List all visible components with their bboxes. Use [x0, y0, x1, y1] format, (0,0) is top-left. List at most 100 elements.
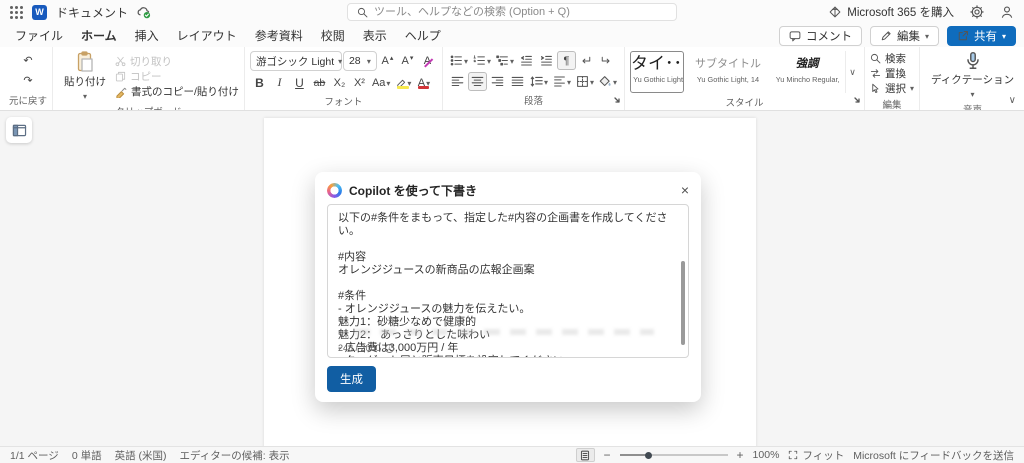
document-title[interactable]: ドキュメント [56, 4, 128, 21]
account-person-icon[interactable] [1000, 5, 1014, 19]
tab-layout[interactable]: レイアウト [168, 24, 246, 47]
line-spacing-button[interactable] [528, 72, 550, 91]
chevron-down-icon [83, 90, 87, 102]
align-right-button[interactable] [488, 72, 507, 91]
app-launcher-button[interactable] [10, 5, 23, 19]
align-center-button[interactable] [467, 72, 487, 91]
tab-review[interactable]: 校閲 [312, 24, 354, 47]
word-logo-icon[interactable]: W [32, 4, 47, 20]
line-break-button[interactable] [577, 51, 596, 70]
styles-gallery-chevron[interactable]: ∨ [845, 51, 859, 93]
language-status[interactable]: 英語 (米国) [115, 448, 167, 463]
italic-button[interactable]: I [270, 73, 289, 92]
tab-insert[interactable]: 挿入 [126, 24, 168, 47]
align-left-button[interactable] [448, 72, 467, 91]
justify-button[interactable] [508, 72, 527, 91]
page-count[interactable]: 1/1 ページ [10, 448, 59, 463]
style-emphasis[interactable]: 強調 Yu Mincho Regular, 11 [772, 51, 842, 93]
textarea-scrollbar[interactable] [681, 261, 685, 345]
paragraph-dialog-launcher[interactable] [613, 93, 621, 107]
search-box[interactable] [347, 3, 677, 21]
font-size-select[interactable]: 28 [342, 51, 377, 71]
font-family-value: 游ゴシック Light [255, 55, 335, 68]
formatting-marks-toggle[interactable]: ¶ [556, 51, 576, 70]
chevron-down-icon [338, 55, 342, 67]
tab-home[interactable]: ホーム [72, 24, 126, 49]
font-family-select[interactable]: 游ゴシック Light [249, 51, 342, 71]
chevron-down-icon [925, 30, 929, 42]
header-right: Microsoft 365 を購入 [677, 4, 1014, 20]
redo-button[interactable]: ↷ [19, 71, 38, 90]
pilcrow-icon: ¶ [563, 54, 570, 67]
superscript-button[interactable]: X² [350, 73, 369, 92]
buy-label: Microsoft 365 を購入 [847, 7, 954, 19]
generate-button[interactable]: 生成 [327, 366, 376, 392]
increase-indent-icon [540, 55, 552, 66]
chevron-down-icon [1002, 30, 1006, 42]
find-icon [870, 53, 881, 63]
shading-button[interactable] [597, 72, 619, 91]
feedback-link[interactable]: Microsoft にフィードバックを送信 [853, 448, 1014, 463]
settings-gear-icon[interactable] [970, 5, 984, 19]
borders-button[interactable] [574, 72, 596, 91]
style-title[interactable]: タイ･･･ Yu Gothic Light, 28 [630, 51, 684, 93]
tab-help[interactable]: ヘルプ [396, 24, 450, 47]
font-color-button[interactable]: A [414, 73, 433, 92]
grow-font-button[interactable]: A [378, 52, 397, 71]
fit-to-page-button[interactable]: フィット [788, 448, 844, 463]
comments-button[interactable]: コメント [778, 25, 862, 46]
paragraph-spacing-button[interactable] [551, 72, 573, 91]
paste-button[interactable]: 貼り付け [58, 51, 112, 102]
decrease-indent-button[interactable] [517, 51, 536, 70]
subscript-button[interactable]: X₂ [330, 73, 349, 92]
fit-label: フィット [802, 449, 845, 462]
close-icon[interactable]: × [681, 183, 689, 197]
collapse-ribbon-button[interactable]: ∨ [1009, 95, 1016, 106]
bold-button[interactable]: B [250, 73, 269, 92]
change-case-button[interactable]: Aa [370, 73, 392, 92]
find-button[interactable]: 検索 [870, 51, 914, 65]
wrap-text-button[interactable] [597, 51, 616, 70]
numbered-list-button[interactable] [471, 51, 493, 70]
styles-dialog-launcher[interactable] [853, 93, 861, 107]
prompt-textarea[interactable]: 以下の#条件をまもって、指定した#内容の企画書を作成してください。 #内容 オレ… [327, 204, 689, 358]
editing-mode-button[interactable]: 編集 [869, 25, 939, 46]
zoom-level[interactable]: 100% [753, 449, 780, 461]
page-view-button[interactable] [575, 448, 595, 462]
shrink-font-button[interactable]: A [398, 52, 417, 71]
tab-view[interactable]: 表示 [354, 24, 396, 47]
chevron-down-icon [590, 76, 594, 88]
paint-bucket-icon [599, 76, 611, 87]
status-bar: 1/1 ページ 0 単語 英語 (米国) エディターの候補: 表示 − + 10… [0, 446, 1024, 463]
multilevel-list-button[interactable] [494, 51, 516, 70]
bullet-list-button[interactable] [448, 51, 470, 70]
text-highlight-button[interactable] [393, 73, 413, 92]
format-painter-button[interactable]: 書式のコピー/貼り付け [115, 85, 239, 99]
navigation-pane-toggle[interactable] [6, 117, 32, 143]
style-subtitle[interactable]: サブタイトル Yu Gothic Light, 14 [687, 51, 769, 93]
word-count[interactable]: 0 単語 [72, 448, 102, 463]
copy-button[interactable]: コピー [115, 70, 239, 84]
zoom-slider[interactable] [619, 451, 728, 459]
clear-formatting-button[interactable]: A [418, 52, 437, 71]
dictate-button[interactable]: ディクテーション [925, 51, 1020, 100]
underline-button[interactable]: U [290, 73, 309, 92]
select-button[interactable]: 選択 [870, 81, 914, 95]
share-icon [958, 30, 968, 40]
cut-button[interactable]: 切り取り [115, 55, 239, 69]
search-input[interactable] [374, 6, 667, 18]
tab-file[interactable]: ファイル [6, 24, 72, 47]
replace-button[interactable]: 置換 [870, 66, 914, 80]
zoom-in-button[interactable]: + [737, 448, 744, 462]
undo-button[interactable]: ↶ [19, 51, 38, 70]
zoom-out-button[interactable]: − [604, 448, 611, 462]
increase-indent-button[interactable] [537, 51, 556, 70]
buy-microsoft365-button[interactable]: Microsoft 365 を購入 [829, 4, 954, 20]
zoom-slider-thumb[interactable] [644, 451, 652, 459]
strikethrough-button[interactable]: ab [310, 73, 329, 92]
tab-references[interactable]: 参考資料 [246, 24, 312, 47]
prompt-text: 以下の#条件をまもって、指定した#内容の企画書を作成してください。 #内容 オレ… [338, 212, 668, 357]
share-button[interactable]: 共有 [946, 25, 1016, 46]
align-center-icon [471, 76, 484, 87]
editor-suggestions-status[interactable]: エディターの候補: 表示 [180, 448, 290, 463]
